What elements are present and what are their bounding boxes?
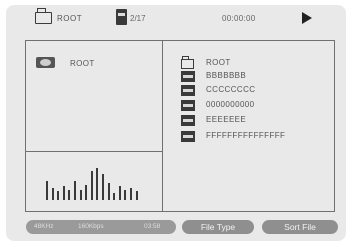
spectrum-bars — [46, 166, 146, 200]
spectrum-bar — [135, 191, 138, 200]
list-item-label: FFFFFFFFFFFFFFF — [206, 131, 286, 140]
folder-icon — [35, 8, 52, 24]
file-counter: 2/17 — [130, 14, 146, 23]
spectrum-bar — [62, 186, 65, 200]
spectrum-bar — [51, 188, 54, 200]
film-icon — [181, 115, 195, 126]
spectrum-bar — [46, 181, 48, 200]
spectrum-bar — [130, 188, 132, 200]
spectrum-bar — [68, 190, 71, 200]
spectrum-bar — [79, 190, 82, 200]
spectrum-bar — [113, 193, 116, 200]
sample-rate: 48KHz — [34, 223, 54, 230]
folder-icon — [181, 56, 194, 69]
status-bar: 48KHz 160Kbps 03:58 File Type Sort File — [26, 220, 340, 234]
list-item-label: ROOT — [206, 58, 231, 67]
film-icon — [181, 100, 195, 111]
top-bar: ROOT 2/17 00:00:00 — [0, 0, 352, 33]
bitrate: 160Kbps — [78, 223, 104, 230]
spectrum-bar — [96, 168, 99, 200]
spectrum-bar — [102, 174, 104, 200]
current-folder-label: ROOT — [57, 14, 83, 23]
spectrum-bar — [85, 185, 88, 200]
playback-time: 00:00:00 — [222, 14, 256, 23]
file-list-panel: ROOT BBBBBBB CCCCCCCC 0000000000 EEEEEEE… — [163, 40, 335, 212]
spectrum-bar — [57, 191, 60, 200]
play-icon[interactable] — [302, 12, 312, 24]
spectrum-bar — [74, 181, 76, 200]
preview-panel: ROOT — [25, 40, 163, 152]
spectrum-bar — [90, 171, 93, 200]
spectrum-panel — [25, 152, 163, 212]
film-icon — [181, 131, 195, 142]
track-duration: 03:58 — [144, 223, 161, 230]
sort-file-button[interactable]: Sort File — [262, 220, 338, 234]
spectrum-bar — [124, 190, 127, 200]
spectrum-bar — [107, 183, 110, 200]
list-item-label: CCCCCCCC — [206, 85, 256, 94]
film-icon — [181, 85, 195, 96]
list-item-label: EEEEEEE — [206, 115, 247, 124]
file-type-button[interactable]: File Type — [182, 220, 254, 234]
list-item-label: 0000000000 — [206, 100, 255, 109]
spectrum-bar — [118, 186, 121, 200]
list-item-label: BBBBBBB — [206, 71, 247, 80]
film-icon — [181, 71, 195, 82]
disc-icon — [36, 57, 55, 68]
track-info: 48KHz 160Kbps 03:58 — [26, 220, 176, 234]
source-label: ROOT — [70, 59, 95, 68]
film-icon — [116, 9, 127, 25]
